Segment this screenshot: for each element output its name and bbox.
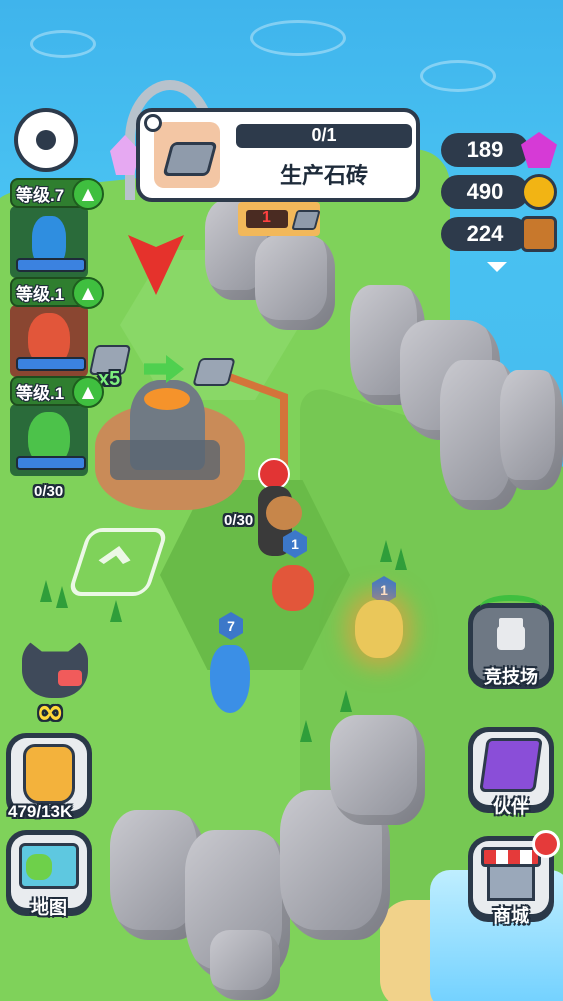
notification-dot [532,830,560,858]
tree [40,580,52,602]
pet-level-label: 等级.1 [16,384,65,403]
magnifier-icon[interactable] [144,114,162,132]
stone-brick-icon [192,358,236,386]
fire-critter-unit[interactable] [272,565,314,611]
settings-button[interactable] [14,108,78,172]
rock [255,235,335,330]
pet-slot[interactable]: 等级.1 ▲ [10,277,104,377]
stone-stock-sign[interactable]: 1 [238,202,321,236]
water-ripple [420,60,496,92]
map-label: 地图 [31,898,67,919]
factory-counter: 0/30 [224,512,254,529]
rock [500,370,563,490]
wolf-button[interactable]: ∞ [14,636,98,732]
laurel-icon [480,595,542,619]
upgrade-arrow-icon[interactable]: ▲ [72,277,104,309]
tree [56,586,68,608]
expand-resources-icon[interactable] [487,262,507,272]
tree [110,600,122,622]
quest-progress-text: 0/1 [311,125,337,145]
resource-wood: 224 [433,214,563,254]
pet-slot[interactable]: 等级.1 ▲ [10,376,104,476]
pets-capacity: 0/30 [34,483,64,500]
stone-brick-icon [291,210,321,230]
tree [300,720,312,742]
backpack-frame [11,738,87,811]
rock [330,715,425,825]
tree [380,540,392,562]
pet-health-bar [16,357,86,371]
shop-label: 商城 [493,906,529,927]
rock [210,930,280,1000]
resource-gold: 490 [433,172,563,212]
upgrade-arrow-icon[interactable]: ▲ [72,376,104,408]
stock-count: 1 [262,209,271,226]
map-land [26,854,52,880]
map-icon [19,843,79,889]
gear-hole [36,130,56,150]
pet-book-icon [479,738,543,792]
chevron-shape [95,546,135,570]
conveyor [110,440,220,480]
quest-panel[interactable]: 0/1 生产石砖 [136,108,420,202]
pet-health-bar [16,456,86,470]
map-button[interactable]: 地图 [6,830,92,919]
arena-button[interactable]: 竞技场 [468,595,554,689]
upgrade-arrow-icon[interactable]: ▲ [72,178,104,210]
gem-icon [521,132,557,168]
backpack-capacity: 479/13K [8,802,73,821]
pet-level-badge: 等级.7 ▲ [10,178,104,210]
pet-level-label: 等级.7 [16,186,65,205]
pet-health-bar [16,258,86,272]
pet-level-badge: 等级.1 ▲ [10,376,104,408]
pet-level-label: 等级.1 [16,285,65,304]
companion-button[interactable]: 伙伴 [468,727,554,818]
tree [395,548,407,570]
monkey-pet [266,496,302,530]
wolf-count: ∞ [36,692,65,732]
backpack-icon [23,744,75,804]
gold-coin-icon [521,174,557,210]
wolf-icon [22,636,88,698]
stock-bar: 1 [246,209,288,228]
pet-level-badge: 等级.1 ▲ [10,277,104,309]
quest-title: 生产石砖 [279,164,368,189]
resource-gems: 189 [433,130,563,170]
companion-label: 伙伴 [493,797,529,818]
tree [340,690,352,712]
wood-log-icon [521,216,557,252]
quest-item-frame [154,122,220,188]
water-ripple [30,30,96,58]
stone-brick-icon [162,142,218,176]
shop-awning-icon [481,847,541,867]
shop-button[interactable]: 商城 [468,830,560,927]
wolf-mouth [58,670,82,686]
water-ripple [250,20,346,56]
game-scene[interactable]: 1 x5 0/30 1 1 7 0/1 生产石砖 189 490 224 等级.… [0,0,563,1001]
quest-progress-bar: 0/1 [236,124,412,148]
gold-count: 490 [441,175,529,209]
wood-count: 224 [441,217,529,251]
pet-slot[interactable]: 等级.7 ▲ [10,178,104,278]
glow-creature-unit[interactable] [355,600,403,658]
furnace-lava [144,388,190,410]
shop-stall-icon [487,867,535,901]
blue-snake-unit[interactable] [210,645,250,713]
arena-label: 竞技场 [484,667,538,688]
gem-count: 189 [441,133,529,167]
lock-icon [497,626,525,650]
